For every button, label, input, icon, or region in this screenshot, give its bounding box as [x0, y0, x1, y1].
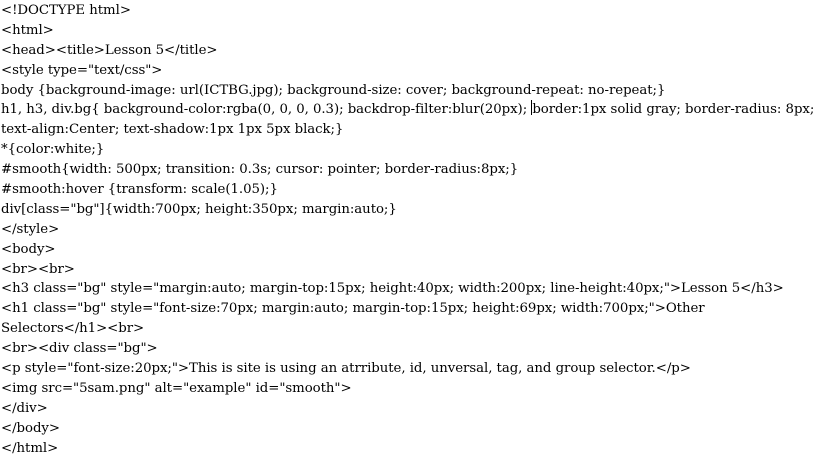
- code-line-7: text-align:Center; text-shadow:1px 1px 5…: [1, 122, 344, 138]
- code-line-19: <p style="font-size:20px;">This is site …: [1, 361, 691, 377]
- code-line-21: </div>: [1, 400, 48, 416]
- code-line-17: Selectors</h1><br>: [1, 321, 145, 337]
- code-line-14: <br><br>: [1, 261, 75, 277]
- code-line-6: h1, h3, div.bg{ background-color:rgba(0,…: [0, 100, 816, 120]
- code-line-2: <html>: [1, 22, 54, 38]
- code-line-8: *{color:white;}: [1, 142, 105, 158]
- code-editor[interactable]: <!DOCTYPE html> <html> <head><title>Less…: [0, 0, 816, 467]
- code-line-12: </style>: [1, 221, 60, 237]
- code-line-16: <h1 class="bg" style="font-size:70px; ma…: [1, 301, 705, 317]
- code-line-3: <head><title>Lesson 5</title>: [1, 42, 218, 58]
- code-line-23: </html>: [1, 440, 59, 456]
- code-line-6-start: h1, h3, div.bg{ background-color:rgba(0,…: [1, 102, 532, 118]
- code-line-9: #smooth{width: 500px; transition: 0.3s; …: [1, 162, 519, 178]
- code-line-5: body {background-image: url(ICTBG.jpg); …: [1, 82, 666, 98]
- code-line-10: #smooth:hover {transform: scale(1.05);}: [1, 182, 278, 198]
- code-line-1: <!DOCTYPE html>: [1, 3, 131, 18]
- code-line-11: div[class="bg"]{width:700px; height:350p…: [1, 201, 397, 217]
- code-line-18: <br><div class="bg">: [1, 341, 158, 357]
- code-line-20: <img src="5sam.png" alt="example" id="sm…: [1, 380, 352, 396]
- code-line-22: </body>: [1, 420, 60, 436]
- code-line-6-rest: border:1px solid gray; border-radius: 8p…: [532, 102, 815, 118]
- code-line-4: <style type="text/css">: [1, 62, 163, 78]
- code-line-13: <body>: [1, 241, 56, 257]
- code-line-15: <h3 class="bg" style="margin:auto; margi…: [1, 281, 784, 297]
